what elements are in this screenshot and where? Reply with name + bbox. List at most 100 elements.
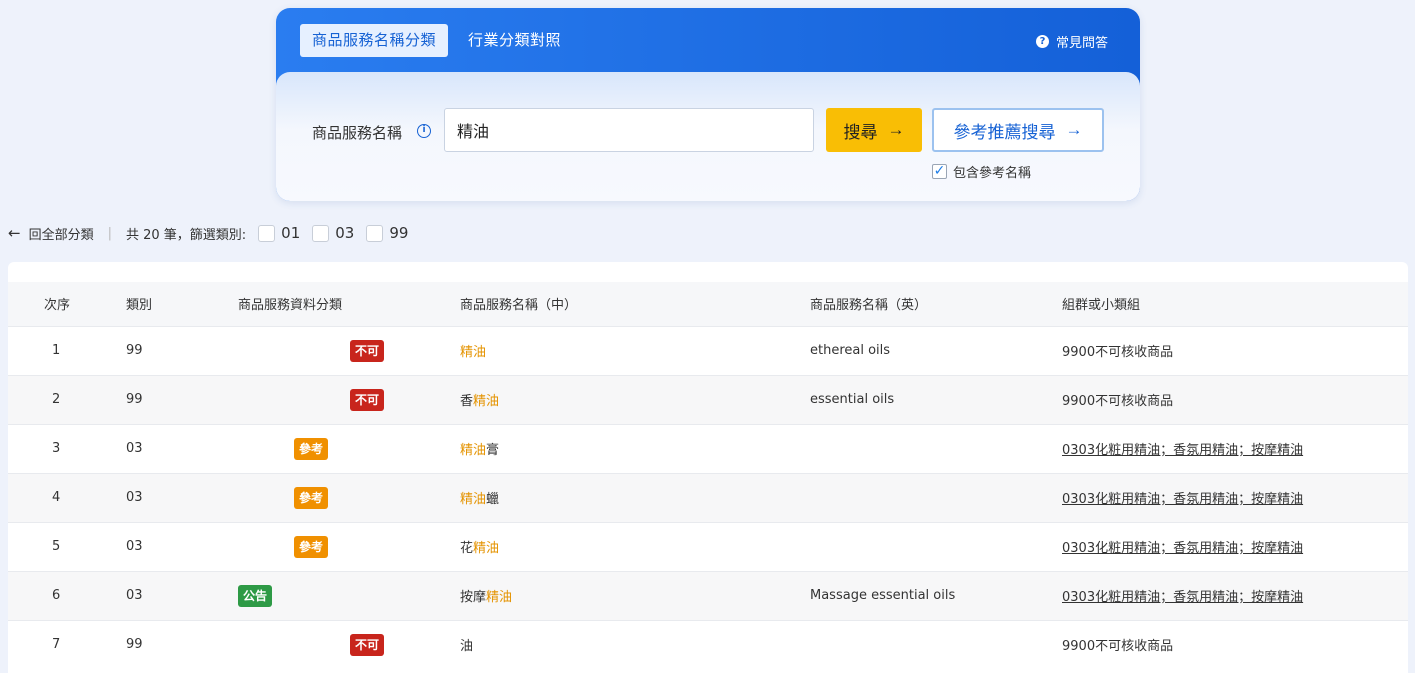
- info-icon[interactable]: i: [417, 124, 431, 138]
- cell-data-type: 參考: [222, 424, 444, 473]
- cell-class: 99: [110, 326, 222, 375]
- cell-class: 03: [110, 473, 222, 522]
- cell-seq: 3: [8, 424, 110, 473]
- status-badge: 不可: [350, 340, 384, 362]
- header-class: 類別: [110, 282, 222, 326]
- cell-group: 0303化粧用精油；香氛用精油；按摩精油: [1046, 473, 1408, 522]
- cell-class: 03: [110, 522, 222, 571]
- name-zh-suffix: 蠟: [486, 492, 499, 507]
- divider: |: [108, 226, 112, 241]
- group-text: 9900不可核收商品: [1062, 639, 1173, 654]
- cell-name-en: [794, 620, 1046, 669]
- filter-checkbox-99[interactable]: [366, 225, 383, 242]
- cell-seq: 2: [8, 375, 110, 424]
- name-zh-prefix: 花: [460, 541, 473, 556]
- cell-name-zh: 香精油: [444, 375, 794, 424]
- name-zh-suffix: 膏: [486, 443, 499, 458]
- cell-name-en: [794, 424, 1046, 473]
- faq-label: 常見問答: [1056, 32, 1108, 51]
- cell-name-zh: 花精油: [444, 522, 794, 571]
- question-icon: ?: [1036, 35, 1049, 48]
- search-field-label: 商品服務名稱: [312, 122, 402, 143]
- cell-name-en: ethereal oils: [794, 326, 1046, 375]
- name-zh-highlight: 精油: [486, 590, 512, 605]
- header-group: 組群或小類組: [1046, 282, 1408, 326]
- cell-name-en: Massage essential oils: [794, 571, 1046, 620]
- search-button-label: 搜尋: [844, 118, 878, 143]
- cell-group: 9900不可核收商品: [1046, 620, 1408, 669]
- filter-label-99: 99: [389, 224, 408, 242]
- cell-seq: 5: [8, 522, 110, 571]
- cell-name-en: [794, 522, 1046, 571]
- cell-group: 9900不可核收商品: [1046, 326, 1408, 375]
- group-text[interactable]: 0303化粧用精油；香氛用精油；按摩精油: [1062, 541, 1303, 556]
- cell-name-en: [794, 473, 1046, 522]
- header-data-type: 商品服務資料分類: [222, 282, 444, 326]
- table-row[interactable]: 403 參考 精油蠟 0303化粧用精油；香氛用精油；按摩精油: [8, 473, 1408, 522]
- name-zh-prefix: 香: [460, 394, 473, 409]
- arrow-right-icon: →: [1066, 120, 1083, 140]
- cell-group: 0303化粧用精油；香氛用精油；按摩精油: [1046, 571, 1408, 620]
- cell-name-zh: 精油膏: [444, 424, 794, 473]
- group-text: 9900不可核收商品: [1062, 394, 1173, 409]
- include-reference-label: 包含參考名稱: [953, 162, 1031, 181]
- result-count: 共 20 筆，篩選類別:: [126, 224, 246, 243]
- include-reference-option[interactable]: ✓ 包含參考名稱: [932, 162, 1031, 181]
- cell-data-type: 不可: [222, 326, 444, 375]
- name-zh-highlight: 精油: [473, 541, 499, 556]
- status-badge: 不可: [350, 389, 384, 411]
- arrow-left-icon[interactable]: ←: [8, 224, 21, 242]
- tab-product-service-classification[interactable]: 商品服務名稱分類: [300, 24, 448, 57]
- table-row[interactable]: 503參考花精油0303化粧用精油；香氛用精油；按摩精油: [8, 522, 1408, 571]
- cell-seq: 4: [8, 473, 110, 522]
- name-zh-highlight: 精油: [460, 443, 486, 458]
- cell-seq: 6: [8, 571, 110, 620]
- table-row[interactable]: 199 不可 精油 ethereal oils9900不可核收商品: [8, 326, 1408, 375]
- table-row[interactable]: 299不可香精油essential oils9900不可核收商品: [8, 375, 1408, 424]
- header-seq: 次序: [8, 282, 110, 326]
- cell-name-zh: 精油: [444, 326, 794, 375]
- group-text[interactable]: 0303化粧用精油；香氛用精油；按摩精油: [1062, 443, 1303, 458]
- name-zh-highlight: 精油: [460, 345, 486, 360]
- cell-data-type: 公告: [222, 571, 444, 620]
- back-to-all-link[interactable]: 回全部分類: [29, 224, 94, 243]
- name-zh-highlight: 精油: [460, 492, 486, 507]
- table-row[interactable]: 799不可油9900不可核收商品: [8, 620, 1408, 669]
- cell-class: 99: [110, 375, 222, 424]
- faq-link[interactable]: ? 常見問答: [1036, 32, 1108, 51]
- search-button[interactable]: 搜尋 →: [826, 108, 922, 152]
- name-zh-prefix: 按摩: [460, 590, 486, 605]
- cell-name-zh: 油: [444, 620, 794, 669]
- status-badge: 參考: [294, 487, 328, 509]
- table-header-row: 次序 類別 商品服務資料分類 商品服務名稱（中） 商品服務名稱（英） 組群或小類…: [8, 282, 1408, 326]
- arrow-right-icon: →: [888, 120, 905, 140]
- group-text[interactable]: 0303化粧用精油；香氛用精油；按摩精油: [1062, 492, 1303, 507]
- cell-seq: 1: [8, 326, 110, 375]
- filter-label-03: 03: [335, 224, 354, 242]
- cell-class: 03: [110, 571, 222, 620]
- search-input[interactable]: [444, 108, 814, 152]
- cell-class: 03: [110, 424, 222, 473]
- results-table: 次序 類別 商品服務資料分類 商品服務名稱（中） 商品服務名稱（英） 組群或小類…: [8, 282, 1408, 669]
- tab-bar: 商品服務名稱分類 行業分類對照: [300, 24, 561, 57]
- tab-industry-mapping[interactable]: 行業分類對照: [468, 24, 561, 57]
- cell-seq: 7: [8, 620, 110, 669]
- status-badge: 不可: [350, 634, 384, 656]
- table-row[interactable]: 303參考精油膏0303化粧用精油；香氛用精油；按摩精油: [8, 424, 1408, 473]
- filter-checkbox-01[interactable]: [258, 225, 275, 242]
- table-row[interactable]: 603 公告 按摩精油 Massage essential oils 0303化粧用精油…: [8, 571, 1408, 620]
- name-zh-highlight: 精油: [473, 394, 499, 409]
- cell-group: 0303化粧用精油；香氛用精油；按摩精油: [1046, 424, 1408, 473]
- name-zh-prefix: 油: [460, 639, 473, 654]
- filter-bar: ← 回全部分類 | 共 20 筆，篩選類別: 01 03 99: [8, 222, 408, 244]
- cell-data-type: 不可: [222, 620, 444, 669]
- cell-data-type: 參考: [222, 522, 444, 571]
- include-reference-checkbox[interactable]: ✓: [932, 164, 947, 179]
- filter-label-01: 01: [281, 224, 300, 242]
- reference-search-button[interactable]: 參考推薦搜尋 →: [932, 108, 1104, 152]
- filter-checkbox-03[interactable]: [312, 225, 329, 242]
- cell-data-type: 參考: [222, 473, 444, 522]
- results-card: 次序 類別 商品服務資料分類 商品服務名稱（中） 商品服務名稱（英） 組群或小類…: [8, 262, 1408, 673]
- group-text[interactable]: 0303化粧用精油；香氛用精油；按摩精油: [1062, 590, 1303, 605]
- status-badge: 公告: [238, 585, 272, 607]
